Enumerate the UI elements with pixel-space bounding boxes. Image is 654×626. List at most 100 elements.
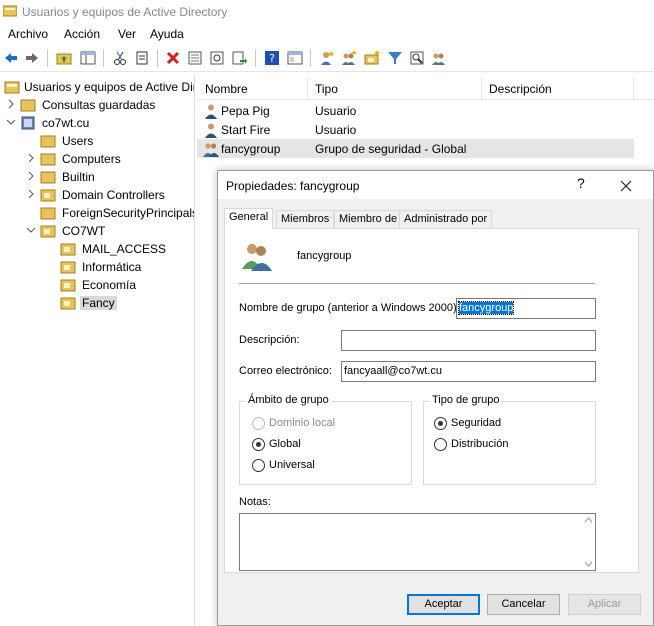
help-button[interactable]: ? (577, 175, 585, 191)
tree-root-label: Usuarios y equipos de Active Dir (24, 80, 195, 94)
svg-text:?: ? (269, 52, 275, 65)
mmc-console-icon[interactable] (287, 50, 303, 66)
ad-console-icon (4, 81, 20, 94)
chevron-down-icon[interactable] (26, 225, 36, 235)
ou-folder-icon (60, 297, 76, 310)
toolbar: ? (0, 44, 654, 72)
user-icon (205, 104, 217, 119)
ou-folder-icon (40, 225, 56, 238)
refresh-icon[interactable] (209, 50, 225, 66)
scroll-down-icon[interactable] (584, 561, 593, 567)
group-scope-box: Ámbito de grupo Dominio local Global Uni… (239, 394, 412, 485)
domain-icon (21, 116, 35, 130)
tree-item-mail-access[interactable]: MAIL_ACCESS (0, 240, 194, 258)
export-list-icon[interactable] (231, 50, 247, 66)
help-icon[interactable]: ? (264, 50, 280, 66)
group-name-display: fancygroup (297, 250, 352, 262)
properties-icon[interactable] (187, 50, 203, 66)
up-folder-icon[interactable] (56, 50, 72, 66)
chevron-right-icon[interactable] (26, 153, 36, 163)
general-tab-body: fancygroup Nombre de grupo (anterior a W… (224, 228, 639, 573)
tree-item-foreign-security-principals[interactable]: ForeignSecurityPrincipals (0, 204, 194, 222)
ok-button[interactable]: Aceptar (407, 594, 480, 615)
window-title: Usuarios y equipos de Active Directory (22, 5, 228, 19)
tree-item-domain-controllers[interactable]: Domain Controllers (0, 186, 194, 204)
column-header-tipo[interactable]: Tipo (315, 82, 338, 96)
prewin-name-input[interactable]: fancygroup (456, 298, 596, 319)
folder-icon (40, 135, 56, 148)
menu-accion[interactable]: Acción (64, 27, 100, 41)
new-ou-icon[interactable] (364, 50, 380, 66)
group-scope-legend: Ámbito de grupo (246, 394, 331, 406)
user-icon (205, 123, 217, 138)
scroll-up-icon[interactable] (584, 517, 593, 523)
ou-folder-icon (60, 261, 76, 274)
properties-dialog: Propiedades: fancygroup ? General Miembr… (217, 170, 654, 626)
title-bar: Usuarios y equipos de Active Directory (0, 0, 654, 24)
dialog-title-bar: Propiedades: fancygroup ? (218, 171, 653, 199)
filter-icon[interactable] (387, 50, 403, 66)
tree-item-domain[interactable]: co7wt.cu (0, 114, 194, 132)
description-input[interactable] (341, 330, 596, 351)
tree-item-co7wt[interactable]: CO7WT (0, 222, 194, 240)
tab-miembros[interactable]: Miembros (276, 210, 335, 228)
list-header: Nombre Tipo Descripción (197, 78, 654, 100)
group-icon (242, 244, 272, 271)
folder-icon (20, 99, 36, 112)
cut-icon[interactable] (112, 50, 128, 66)
tree-root[interactable]: Usuarios y equipos de Active Dir (0, 78, 195, 96)
group-icon (203, 143, 219, 157)
email-input[interactable]: fancyaall@co7wt.cu (341, 361, 596, 382)
description-label: Descripción: (239, 334, 300, 346)
column-header-nombre[interactable]: Nombre (205, 82, 248, 96)
new-user-icon[interactable] (319, 50, 335, 66)
menu-ayuda[interactable]: Ayuda (150, 27, 184, 41)
new-group-icon[interactable] (341, 50, 357, 66)
tab-miembro-de[interactable]: Miembro de (334, 210, 403, 228)
dialog-title: Propiedades: fancygroup (226, 179, 360, 193)
tree-item-saved-queries[interactable]: Consultas guardadas (0, 96, 194, 114)
chevron-right-icon[interactable] (26, 189, 36, 199)
tree-pane: Usuarios y equipos de Active Dir Consult… (0, 74, 195, 626)
folder-icon (40, 153, 56, 166)
chevron-down-icon[interactable] (6, 117, 16, 127)
forward-arrow-icon[interactable] (24, 50, 40, 66)
ou-folder-icon (60, 279, 76, 292)
tab-administrado-por[interactable]: Administrado por (399, 210, 493, 228)
menu-archivo[interactable]: Archivo (8, 27, 48, 41)
column-header-descripcion[interactable]: Descripción (489, 82, 552, 96)
tree-item-users[interactable]: Users (0, 132, 194, 150)
tree-item-builtin[interactable]: Builtin (0, 168, 194, 186)
apply-button[interactable]: Aplicar (568, 594, 641, 615)
tree-item-economia[interactable]: Economía (0, 276, 194, 294)
email-label: Correo electrónico: (239, 365, 332, 377)
add-to-group-icon[interactable] (431, 50, 447, 66)
chevron-right-icon[interactable] (6, 99, 16, 109)
menu-ver[interactable]: Ver (118, 27, 136, 41)
menu-bar: Archivo Acción Ver Ayuda (0, 24, 654, 44)
table-row[interactable]: Start Fire Usuario (197, 120, 634, 139)
ad-app-icon (3, 5, 17, 17)
find-icon[interactable] (409, 50, 425, 66)
copy-icon[interactable] (134, 50, 150, 66)
cancel-button[interactable]: Cancelar (487, 594, 560, 615)
delete-icon[interactable] (165, 50, 181, 66)
tree-item-informatica[interactable]: Informática (0, 258, 194, 276)
back-arrow-icon[interactable] (3, 50, 19, 66)
ou-folder-icon (60, 243, 76, 256)
notes-label: Notas: (239, 496, 271, 508)
group-type-legend: Tipo de grupo (430, 394, 502, 406)
tree-item-fancy[interactable]: Fancy (0, 294, 194, 312)
close-icon[interactable] (615, 175, 637, 197)
table-row[interactable]: fancygroup Grupo de seguridad - Global (197, 139, 634, 158)
tab-general[interactable]: General (224, 208, 274, 229)
show-hide-tree-icon[interactable] (80, 50, 96, 66)
folder-icon (40, 207, 56, 220)
group-type-box: Tipo de grupo Seguridad Distribución (423, 394, 596, 485)
notes-textarea[interactable] (239, 513, 596, 571)
folder-icon (40, 171, 56, 184)
divider (239, 283, 595, 284)
tree-item-computers[interactable]: Computers (0, 150, 194, 168)
table-row[interactable]: Pepa Pig Usuario (197, 101, 634, 120)
chevron-right-icon[interactable] (26, 171, 36, 181)
